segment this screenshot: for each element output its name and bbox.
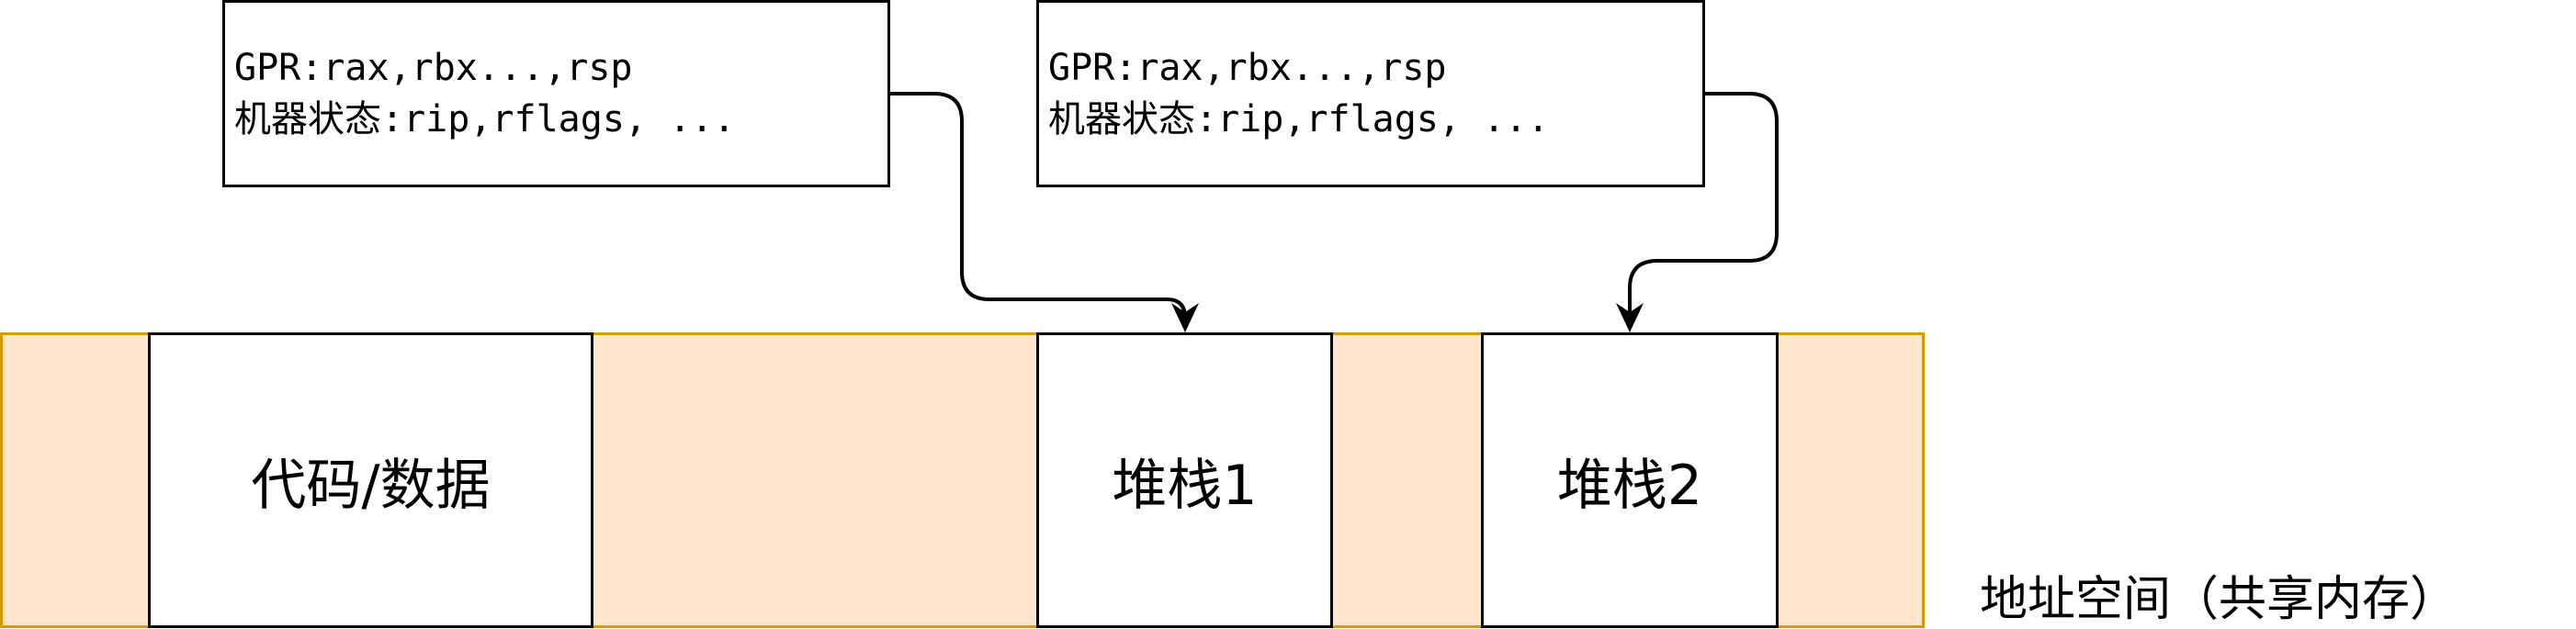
address-space-diagram: GPR:rax,rbx...,rsp 机器状态:rip,rflags, ... …: [0, 0, 2576, 628]
connector-arrows: [890, 92, 1779, 332]
thread1-to-stack1-arrow: [890, 92, 1187, 323]
thread2-to-stack2-arrow: [1628, 92, 1779, 323]
